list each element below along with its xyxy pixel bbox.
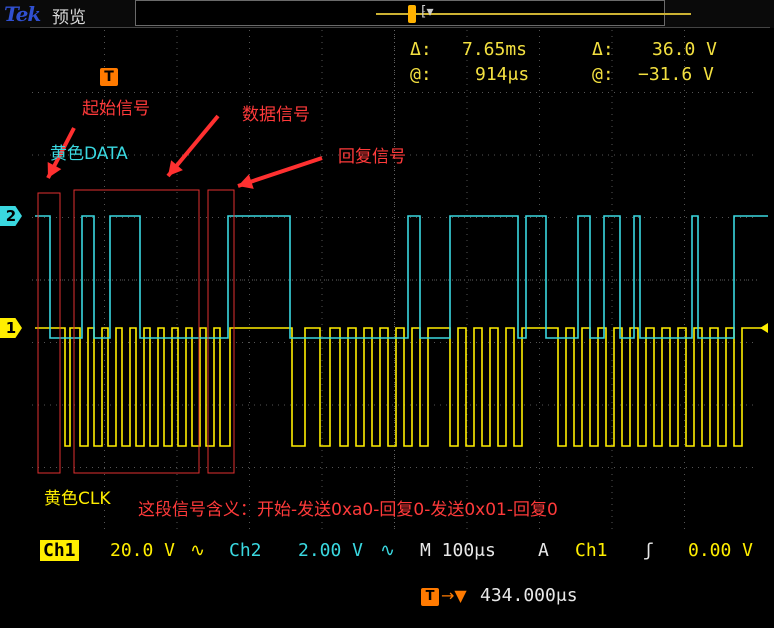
signal-meaning-annotation: 这段信号含义：开始-发送0xa0-回复0-发送0x01-回复0 <box>138 500 558 520</box>
reply-signal-annotation: 回复信号 <box>338 147 406 167</box>
trigger-slope-icon: ʃ <box>643 540 654 561</box>
ch1-coupling-icon: ∿ <box>190 540 206 561</box>
acquisition-mode: A <box>538 540 549 561</box>
acquisition-mode-label: 预览 <box>52 8 86 28</box>
start-signal-annotation: 起始信号 <box>82 99 150 119</box>
data-line-annotation: 黄色DATA <box>50 144 128 164</box>
brand-logo: Tek <box>4 2 41 26</box>
record-view-bar[interactable]: ⁅▾ <box>135 0 691 26</box>
trigger-level-marker <box>760 323 768 333</box>
waveform-display[interactable]: T Δ: 7.65ms @: 914μs Δ: 36.0 V @: −31.6 … <box>30 27 770 531</box>
ch2-data-trace <box>35 215 768 339</box>
ch2-coupling-icon: ∿ <box>380 540 396 561</box>
cursor-at-volt: −31.6 V <box>638 64 714 85</box>
trigger-bracket-icon: ⁅▾ <box>421 4 434 20</box>
ch1-clk-trace <box>35 327 768 447</box>
ch2-level-marker[interactable]: 2 <box>0 206 22 226</box>
cursor-delta-time-label: Δ: <box>410 39 432 60</box>
record-position-cursor[interactable] <box>408 5 416 23</box>
timebase: M 100μs <box>420 540 496 561</box>
trigger-icon: T <box>421 588 439 606</box>
cursor-at-volt-label: @: <box>592 64 614 85</box>
title-bar: Tek 预览 ⁅▾ <box>0 0 774 28</box>
data-signal-annotation: 数据信号 <box>242 105 310 125</box>
start-signal-box <box>37 192 61 474</box>
horizontal-position: 434.000μs <box>480 585 578 606</box>
ch1-level-marker[interactable]: 1 <box>0 318 22 338</box>
trigger-source: Ch1 <box>575 540 608 561</box>
cursor-at-time: 914μs <box>475 64 530 85</box>
cursor-delta-volt: 36.0 V <box>652 39 718 60</box>
ch1-label[interactable]: Ch1 <box>40 540 79 561</box>
position-arrow-icon: →▼ <box>441 586 467 605</box>
status-bar: Ch1 20.0 V ∿ Ch2 2.00 V ∿ M 100μs A Ch1 … <box>0 534 774 628</box>
trigger-level: 0.00 V <box>688 540 754 561</box>
ch1-scale: 20.0 V <box>110 540 176 561</box>
ch2-scale: 2.00 V <box>298 540 364 561</box>
ch2-label[interactable]: Ch2 <box>229 540 262 561</box>
cursor-delta-time: 7.65ms <box>462 39 528 60</box>
cursor-at-time-label: @: <box>410 64 432 85</box>
clk-line-annotation: 黄色CLK <box>44 489 111 509</box>
trigger-position-icon: T <box>100 68 118 86</box>
cursor-delta-volt-label: Δ: <box>592 39 614 60</box>
